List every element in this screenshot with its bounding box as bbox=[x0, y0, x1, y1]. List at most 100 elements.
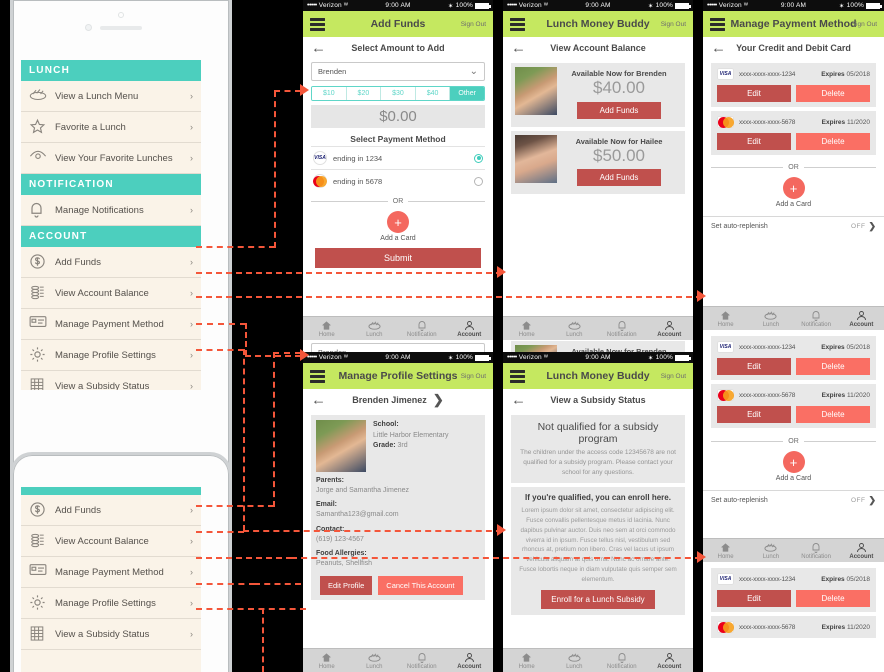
sign-out-button[interactable]: Sign Out bbox=[461, 373, 486, 380]
tab-lunch[interactable]: Lunch bbox=[351, 649, 399, 672]
menu-item-view-account-balance[interactable]: View Account Balance › bbox=[21, 278, 201, 309]
menu-item-manage-payment-method[interactable]: Manage Payment Method › bbox=[21, 557, 201, 588]
tab-lunch[interactable]: Lunch bbox=[748, 307, 793, 330]
tab-account[interactable]: Account bbox=[839, 539, 884, 562]
menu-item-add-funds[interactable]: Add Funds › bbox=[21, 247, 201, 278]
hamburger-menu-icon[interactable] bbox=[510, 369, 525, 383]
tab-account[interactable]: Account bbox=[646, 317, 694, 340]
menu-item-add-funds[interactable]: Add Funds › bbox=[21, 495, 201, 526]
menu-item-favorite-a-lunch[interactable]: Favorite a Lunch › bbox=[21, 112, 201, 143]
payment-option-mastercard[interactable]: ending in 5678 bbox=[311, 169, 485, 192]
cancel-account-button[interactable]: Cancel This Account bbox=[378, 576, 463, 596]
tab-home[interactable]: Home bbox=[703, 539, 748, 562]
edit-card-button[interactable]: Edit bbox=[717, 358, 791, 375]
tab-lunch[interactable]: Lunch bbox=[551, 649, 599, 672]
delete-card-button[interactable]: Delete bbox=[796, 85, 870, 102]
sign-out-button[interactable]: Sign Out bbox=[661, 21, 686, 28]
tab-notification[interactable]: Notification bbox=[598, 649, 646, 672]
amount-option-other[interactable]: Other bbox=[450, 87, 484, 100]
tab-account[interactable]: Account bbox=[446, 649, 494, 672]
bluetooth-icon: ✶ bbox=[447, 354, 454, 362]
add-card-button[interactable]: + bbox=[782, 451, 805, 473]
tab-home[interactable]: Home bbox=[303, 649, 351, 672]
menu-item-label: Manage Profile Settings bbox=[55, 349, 156, 361]
student-avatar bbox=[316, 420, 366, 472]
amount-option[interactable]: $10 bbox=[312, 87, 347, 100]
tab-home[interactable]: Home bbox=[503, 649, 551, 672]
next-student-arrow-icon[interactable]: ❯ bbox=[433, 392, 444, 408]
edit-card-button[interactable]: Edit bbox=[717, 85, 791, 102]
back-arrow-icon[interactable]: ← bbox=[311, 393, 326, 408]
add-card-button[interactable]: + bbox=[782, 177, 805, 199]
delete-card-button[interactable]: Delete bbox=[796, 133, 870, 150]
sign-out-button[interactable]: Sign Out bbox=[461, 21, 486, 28]
radio-selected-icon[interactable] bbox=[474, 153, 483, 163]
menu-item-label: View a Lunch Menu bbox=[55, 90, 139, 102]
gear-icon bbox=[29, 594, 47, 612]
tab-notification[interactable]: Notification bbox=[794, 539, 839, 562]
edit-profile-button[interactable]: Edit Profile bbox=[320, 576, 373, 596]
submit-button[interactable]: Submit bbox=[315, 248, 481, 268]
payment-option-visa[interactable]: VISA ending in 1234 bbox=[311, 146, 485, 169]
hamburger-menu-icon[interactable] bbox=[310, 369, 325, 383]
amount-value[interactable]: $0.00 bbox=[311, 105, 485, 128]
add-funds-button[interactable]: Add Funds bbox=[577, 169, 661, 187]
add-card-button[interactable]: + bbox=[387, 211, 409, 233]
chevron-right-icon: › bbox=[190, 505, 193, 515]
menu-item-manage-notifications[interactable]: Manage Notifications › bbox=[21, 195, 201, 226]
tab-lunch[interactable]: Lunch bbox=[551, 317, 599, 340]
hamburger-menu-icon[interactable] bbox=[310, 17, 325, 31]
tab-home[interactable]: Home bbox=[703, 307, 748, 330]
enroll-subsidy-button[interactable]: Enroll for a Lunch Subsidy bbox=[541, 590, 655, 610]
add-funds-button[interactable]: Add Funds bbox=[577, 101, 661, 119]
menu-item-view-lunch-menu[interactable]: View a Lunch Menu › bbox=[21, 81, 201, 112]
delete-card-button[interactable]: Delete bbox=[796, 406, 870, 423]
sign-out-button[interactable]: Sign Out bbox=[852, 21, 877, 28]
auto-replenish-row[interactable]: Set auto-replenish OFF ❯ bbox=[703, 490, 884, 510]
menu-item-manage-payment-method[interactable]: Manage Payment Method › bbox=[21, 309, 201, 340]
radio-unselected-icon[interactable] bbox=[474, 176, 483, 186]
tab-label: Home bbox=[518, 331, 535, 338]
back-arrow-icon[interactable]: ← bbox=[511, 393, 526, 408]
menu-item-view-subsidy-status[interactable]: View a Subsidy Status › bbox=[21, 371, 201, 390]
edit-card-button[interactable]: Edit bbox=[717, 406, 791, 423]
signal-dots-icon: ••••• bbox=[307, 2, 317, 9]
payment-card-visa: VISA xxxx-xxxx-xxxx-1234 Expires 05/2018… bbox=[711, 336, 876, 380]
tab-account[interactable]: Account bbox=[839, 307, 884, 330]
menu-item-manage-profile-settings[interactable]: Manage Profile Settings › bbox=[21, 340, 201, 371]
child-select[interactable]: Brenden ⌄ bbox=[311, 62, 485, 81]
tab-notification[interactable]: Notification bbox=[398, 317, 446, 340]
menu-item-view-account-balance[interactable]: View Account Balance › bbox=[21, 526, 201, 557]
carrier-label: Verizon bbox=[518, 354, 542, 361]
edit-card-button[interactable]: Edit bbox=[717, 590, 791, 607]
tab-notification[interactable]: Notification bbox=[398, 649, 446, 672]
back-arrow-icon[interactable]: ← bbox=[711, 41, 726, 56]
hamburger-menu-icon[interactable] bbox=[710, 17, 725, 31]
hamburger-menu-icon[interactable] bbox=[510, 17, 525, 31]
edit-card-button[interactable]: Edit bbox=[717, 133, 791, 150]
tab-home[interactable]: Home bbox=[303, 317, 351, 340]
menu-item-view-favorite-lunches[interactable]: View Your Favorite Lunches › bbox=[21, 143, 201, 174]
tab-lunch[interactable]: Lunch bbox=[351, 317, 399, 340]
tab-notification[interactable]: Notification bbox=[794, 307, 839, 330]
tab-home[interactable]: Home bbox=[503, 317, 551, 340]
auto-replenish-row[interactable]: Set auto-replenish OFF ❯ bbox=[703, 216, 884, 236]
back-arrow-icon[interactable]: ← bbox=[311, 41, 326, 56]
clock-label: 9:00 AM bbox=[385, 2, 411, 9]
tab-account[interactable]: Account bbox=[446, 317, 494, 340]
expires-value: 05/2018 bbox=[846, 70, 871, 78]
amount-option[interactable]: $30 bbox=[381, 87, 416, 100]
amount-option[interactable]: $40 bbox=[415, 87, 451, 100]
tab-account[interactable]: Account bbox=[646, 649, 694, 672]
delete-card-button[interactable]: Delete bbox=[796, 358, 870, 375]
sign-out-button[interactable]: Sign Out bbox=[661, 373, 686, 380]
tab-label: Notification bbox=[606, 331, 637, 338]
amount-option[interactable]: $20 bbox=[346, 87, 382, 100]
tab-lunch[interactable]: Lunch bbox=[748, 539, 793, 562]
back-arrow-icon[interactable]: ← bbox=[511, 41, 526, 56]
menu-item-view-subsidy-status[interactable]: View a Subsidy Status › bbox=[21, 619, 201, 650]
delete-card-button[interactable]: Delete bbox=[796, 590, 870, 607]
tab-label: Lunch bbox=[566, 331, 583, 338]
menu-item-manage-profile-settings[interactable]: Manage Profile Settings › bbox=[21, 588, 201, 619]
tab-notification[interactable]: Notification bbox=[598, 317, 646, 340]
